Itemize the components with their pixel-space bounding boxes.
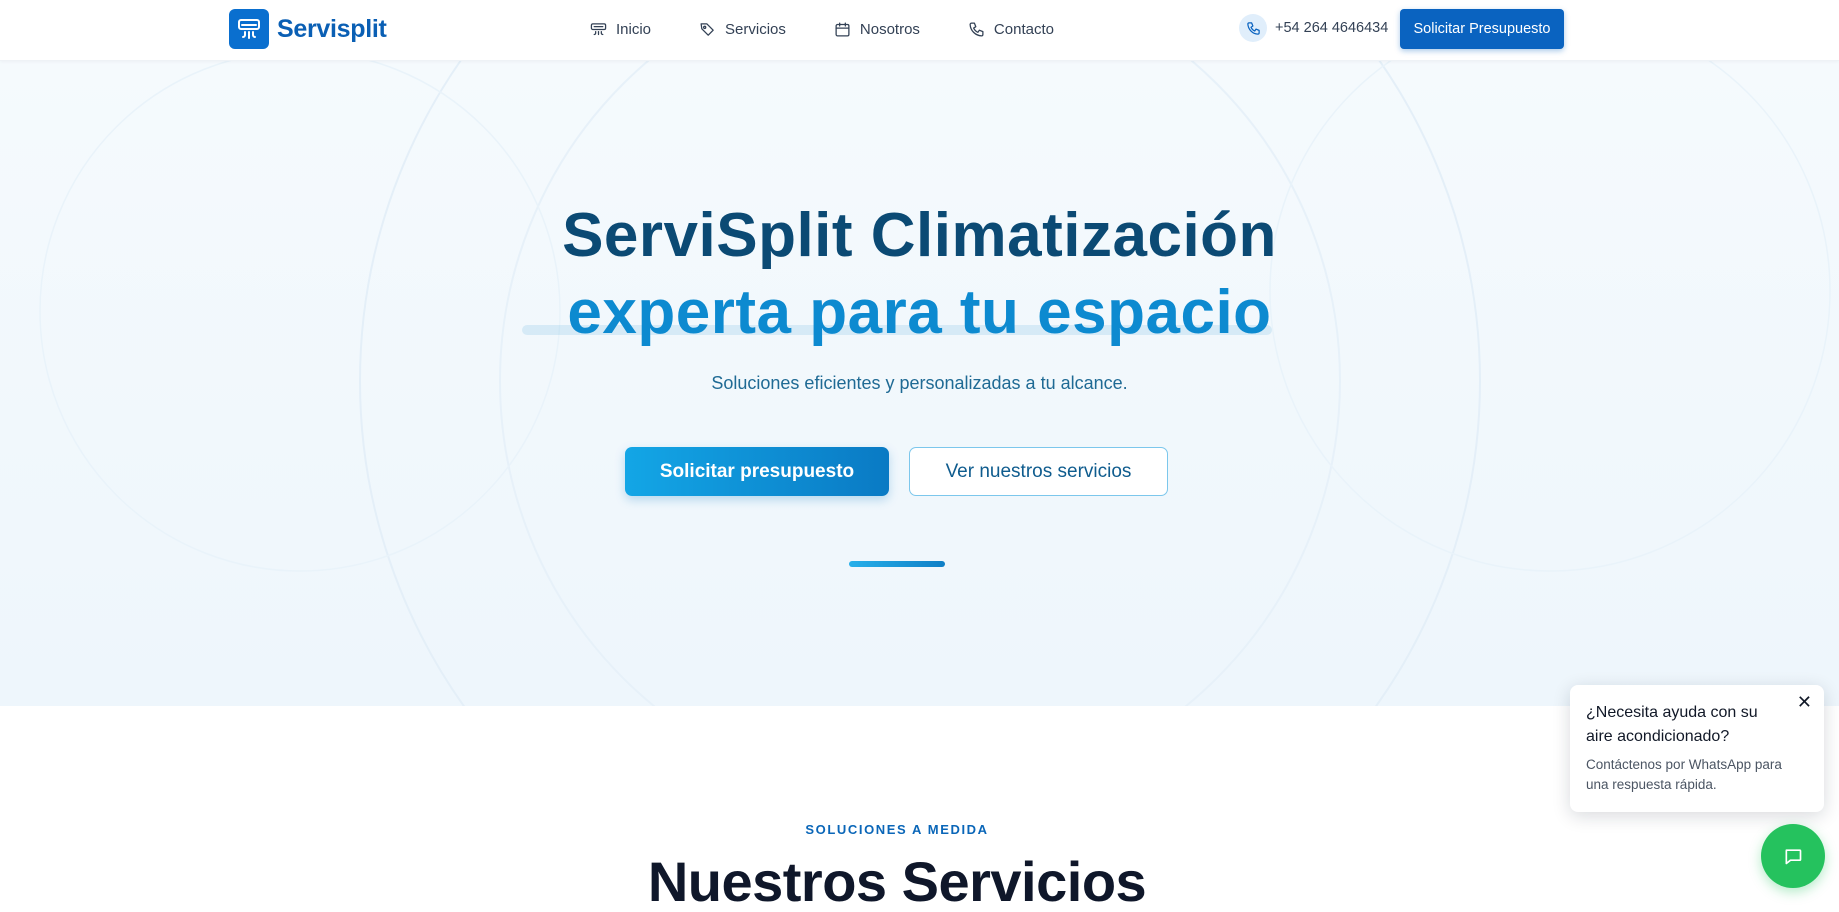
chat-popup-body: Contáctenos por WhatsApp para una respue… [1586, 757, 1782, 792]
phone-number: +54 264 4646434 [1275, 20, 1389, 36]
calendar-icon [835, 21, 850, 37]
site-header: Servisplit Inicio Servicios Nosotros Con… [0, 0, 1839, 61]
air-conditioner-icon [590, 22, 607, 35]
nav-item-nosotros[interactable]: Nosotros [834, 21, 920, 38]
hero-title-line2: experta para tu espacio [567, 278, 1272, 347]
view-services-button[interactable]: Ver nuestros servicios [909, 447, 1168, 496]
nav-label: Contacto [993, 20, 1054, 38]
hero-section: ServiSplit Climatización experta para tu… [0, 61, 1839, 706]
phone-icon [1239, 14, 1267, 42]
tag-icon [700, 22, 714, 36]
nav-label: Inicio [616, 20, 652, 38]
nav-label: Servicios [725, 20, 786, 38]
logo-air-conditioner-icon [229, 9, 269, 49]
nav-item-inicio[interactable]: Inicio [590, 21, 651, 38]
close-icon[interactable]: ✕ [1797, 693, 1812, 711]
scroll-indicator [849, 561, 945, 567]
header-phone[interactable]: +54 264 4646434 [1239, 14, 1388, 42]
request-quote-hero-button[interactable]: Solicitar presupuesto [625, 447, 889, 496]
nav-item-servicios[interactable]: Servicios [699, 21, 786, 38]
chat-popup-title: ¿Necesita ayuda con su aire acondicionad… [1586, 704, 1758, 745]
services-title: Nuestros Servicios [647, 850, 1147, 912]
hero-title-line1: ServiSplit Climatización [562, 201, 1277, 270]
services-eyebrow: SOLUCIONES A MEDIDA [805, 822, 989, 837]
services-section: SOLUCIONES A MEDIDA Nuestros Servicios [0, 706, 1839, 912]
nav-label: Nosotros [859, 20, 920, 38]
logo-link[interactable]: Servisplit [229, 9, 387, 49]
nav-item-contacto[interactable]: Contacto [968, 21, 1054, 38]
whatsapp-chat-button[interactable] [1761, 824, 1825, 888]
phone-icon [969, 21, 984, 37]
chat-bubble-icon [1785, 849, 1802, 865]
whatsapp-chat-popup: ✕ ¿Necesita ayuda con su aire acondicion… [1570, 685, 1824, 812]
logo-text: Servisplit [277, 14, 387, 43]
request-quote-button[interactable]: Solicitar Presupuesto [1400, 9, 1564, 49]
main-nav: Inicio Servicios Nosotros Contacto [590, 0, 1102, 58]
hero-subtitle: Soluciones eficientes y personalizadas a… [711, 373, 1128, 393]
